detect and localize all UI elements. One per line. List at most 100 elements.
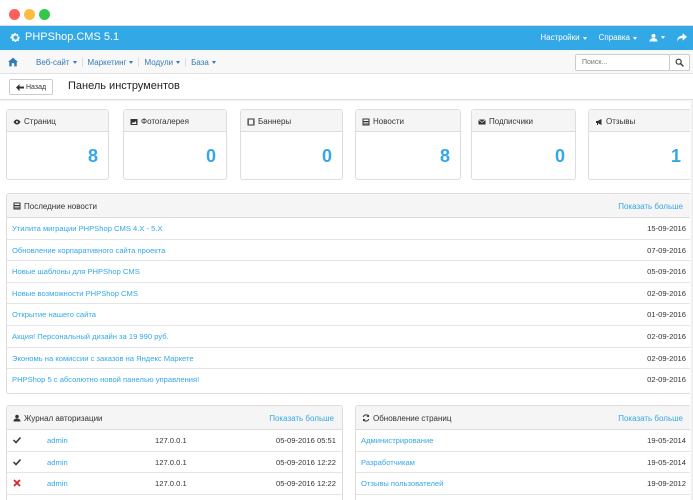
news-link[interactable]: Акция! Персональный дизайн за 19 990 руб… bbox=[12, 332, 169, 341]
stat-card-label: Отзывы bbox=[606, 117, 636, 126]
auth-user-link[interactable]: admin bbox=[47, 436, 68, 445]
close-window-button[interactable] bbox=[9, 9, 20, 20]
stat-card-pages[interactable]: Страниц 8 bbox=[6, 109, 109, 180]
list-item: Открытие нашего сайта 01-09-2016 bbox=[7, 304, 691, 326]
minimize-window-button[interactable] bbox=[24, 9, 35, 20]
news-link[interactable]: Открытие нашего сайта bbox=[12, 310, 96, 319]
maximize-window-button[interactable] bbox=[39, 9, 50, 20]
news-link[interactable]: PHPShop 5 с абсолютно новой панелью упра… bbox=[12, 375, 199, 384]
panel-header: Последние новости Показать больше bbox=[7, 194, 691, 218]
stat-card-label: Новости bbox=[373, 117, 404, 126]
back-button[interactable]: Назад bbox=[9, 79, 54, 95]
news-date: 02-09-2016 bbox=[647, 331, 686, 341]
stat-card-value: 0 bbox=[205, 146, 216, 166]
auth-date: 05-09-2016 12:22 bbox=[276, 479, 336, 489]
stat-card-header: Фотогалерея bbox=[124, 110, 226, 132]
page-date: 19-05-2014 bbox=[647, 457, 686, 467]
brand[interactable]: PHPShop.CMS 5.1 bbox=[10, 31, 119, 43]
caret-down-icon bbox=[582, 36, 587, 40]
search-button[interactable] bbox=[670, 54, 690, 71]
table-row: admin 127.0.0.1 05-09-2016 05:51 bbox=[7, 430, 342, 452]
news-icon bbox=[362, 118, 370, 125]
panel-header: Обновление страниц Показать больше bbox=[356, 406, 691, 430]
show-more-link[interactable]: Показать больше bbox=[269, 414, 334, 423]
panel-title: Обновление страниц bbox=[373, 414, 452, 423]
page-link[interactable]: Разработчикам bbox=[361, 458, 415, 467]
stat-card-banners[interactable]: Баннеры 0 bbox=[240, 109, 343, 180]
page-date: 19-05-2014 bbox=[647, 436, 686, 445]
home-icon[interactable] bbox=[8, 57, 18, 67]
auth-user-link[interactable]: admin bbox=[47, 458, 68, 467]
menu-item-label: База bbox=[191, 58, 209, 67]
share-icon[interactable] bbox=[677, 33, 687, 43]
cross-icon bbox=[13, 479, 21, 487]
auth-date: 05-09-2016 12:22 bbox=[276, 457, 336, 467]
user-icon bbox=[649, 34, 658, 42]
refresh-icon bbox=[362, 414, 370, 422]
list-item: PHPShop 5 с абсолютно новой панелью упра… bbox=[7, 369, 691, 391]
eye-icon bbox=[13, 119, 21, 124]
menu-item-label: Модули bbox=[144, 58, 174, 67]
list-item: Разработчикам 19-05-2014 bbox=[356, 452, 691, 474]
top-nav: Настройки Справка bbox=[540, 33, 687, 42]
stat-card-news[interactable]: Новости 8 bbox=[355, 109, 461, 180]
main-navbar: Веб-сайт Маркетинг Модули База bbox=[0, 50, 693, 74]
caret-down-icon bbox=[211, 61, 216, 65]
list-item: Администрирование 19-05-2014 bbox=[356, 430, 691, 452]
news-link[interactable]: Обновление корпаративного сайта проекта bbox=[12, 246, 165, 255]
user-icon bbox=[13, 414, 21, 422]
stat-card-reviews[interactable]: Отзывы 1 bbox=[588, 109, 692, 180]
help-menu-label: Справка bbox=[598, 33, 630, 43]
caret-down-icon bbox=[129, 61, 134, 65]
menu-item-label: Маркетинг bbox=[87, 58, 127, 67]
menu-item-marketing[interactable]: Маркетинг bbox=[83, 58, 140, 67]
stat-card-label: Фотогалерея bbox=[141, 117, 189, 126]
page-link[interactable]: Отзывы пользователей bbox=[361, 479, 443, 488]
news-icon bbox=[13, 202, 21, 210]
arrow-left-icon bbox=[16, 83, 24, 91]
show-more-link[interactable]: Показать больше bbox=[618, 202, 683, 211]
auth-user-link[interactable]: admin bbox=[47, 479, 68, 488]
list-item: Экономь на комиссии с заказов на Яндекс … bbox=[7, 348, 691, 370]
news-link[interactable]: Новые шаблоны для PHPShop CMS bbox=[12, 267, 140, 276]
auth-ip: 127.0.0.1 bbox=[155, 479, 187, 489]
stat-card-subscribers[interactable]: Подписчики 0 bbox=[471, 109, 576, 180]
caret-down-icon bbox=[72, 61, 77, 65]
news-date: 02-09-2016 bbox=[647, 288, 686, 298]
show-more-link[interactable]: Показать больше bbox=[618, 414, 683, 423]
stat-card-header: Новости bbox=[356, 110, 460, 132]
bullhorn-icon bbox=[596, 118, 602, 125]
stat-card-gallery[interactable]: Фотогалерея 0 bbox=[123, 109, 227, 180]
top-bar: PHPShop.CMS 5.1 Настройки Справка bbox=[0, 26, 693, 50]
panel-title: Журнал авторизации bbox=[24, 414, 103, 423]
news-date: 02-09-2016 bbox=[647, 353, 686, 363]
brand-title: PHPShop.CMS 5.1 bbox=[25, 31, 120, 43]
stat-card-header: Подписчики bbox=[472, 110, 575, 132]
settings-menu[interactable]: Настройки bbox=[540, 33, 587, 43]
page-link[interactable]: Администрирование bbox=[361, 436, 433, 445]
list-item: Утилита миграции PHPShop CMS 4.X - 5.X 15… bbox=[7, 218, 691, 240]
news-date: 01-09-2016 bbox=[647, 310, 686, 320]
table-row: admin 127.0.0.1 05-09-2016 12:22 bbox=[7, 473, 342, 495]
main-menu: Веб-сайт Маркетинг Модули База bbox=[31, 58, 221, 67]
page-date: 19-09-2012 bbox=[647, 479, 686, 489]
settings-menu-label: Настройки bbox=[540, 33, 580, 43]
menu-item-website[interactable]: Веб-сайт bbox=[31, 58, 83, 67]
stat-card-label: Баннеры bbox=[258, 117, 292, 126]
news-link[interactable]: Экономь на комиссии с заказов на Яндекс … bbox=[12, 354, 194, 363]
search-icon bbox=[675, 58, 684, 67]
help-menu[interactable]: Справка bbox=[599, 33, 637, 42]
stat-card-value: 0 bbox=[321, 146, 332, 166]
news-link[interactable]: Утилита миграции PHPShop CMS 4.X - 5.X bbox=[12, 224, 163, 233]
search-input[interactable] bbox=[575, 54, 670, 71]
auth-date: 05-09-2016 05:51 bbox=[276, 436, 336, 445]
menu-item-modules[interactable]: Модули bbox=[139, 58, 187, 67]
stat-card-header: Отзывы bbox=[589, 110, 691, 132]
menu-item-database[interactable]: База bbox=[186, 58, 221, 67]
page-title: Панель инструментов bbox=[68, 80, 180, 92]
news-link[interactable]: Новые возможности PHPShop CMS bbox=[12, 289, 138, 298]
news-date: 15-09-2016 bbox=[647, 224, 686, 233]
table-row: admin 127.0.0.1 05-09-2016 12:22 bbox=[7, 452, 342, 474]
user-menu[interactable] bbox=[649, 33, 665, 42]
auth-ip: 127.0.0.1 bbox=[155, 436, 187, 445]
